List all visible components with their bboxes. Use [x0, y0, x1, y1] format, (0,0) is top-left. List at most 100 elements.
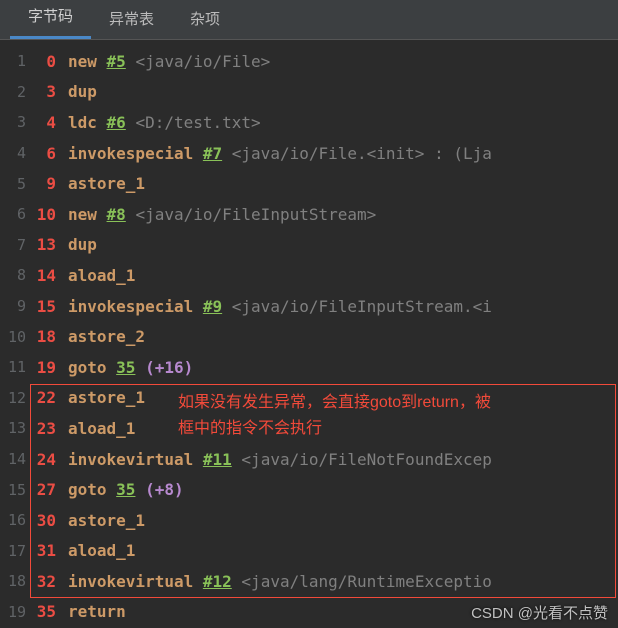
opcode: goto [68, 358, 107, 377]
opcode: astore_2 [68, 327, 145, 346]
bytecode-offset: 9 [30, 174, 58, 193]
bytecode-offset: 6 [30, 144, 58, 163]
code-row: 1119goto 35 (+16) [0, 352, 618, 383]
instruction: astore_1 [58, 388, 145, 407]
opcode: dup [68, 82, 97, 101]
opcode: new [68, 205, 97, 224]
line-number: 10 [0, 328, 30, 346]
bytecode-offset: 18 [30, 327, 58, 346]
bytecode-offset: 24 [30, 450, 58, 469]
instruction: goto 35 (+16) [58, 358, 193, 377]
code-row: 1018 astore_2 [0, 321, 618, 352]
opcode: invokevirtual [68, 572, 193, 591]
constant-ref[interactable]: #11 [203, 450, 232, 469]
code-row: 1222 astore_1 [0, 383, 618, 414]
bytecode-offset: 13 [30, 235, 58, 254]
code-row: 610new #8 <java/io/FileInputStream> [0, 199, 618, 230]
constant-ref[interactable]: 35 [116, 358, 135, 377]
instruction: astore_2 [58, 327, 145, 346]
instruction: astore_1 [58, 511, 145, 530]
code-row: 713dup [0, 230, 618, 261]
bytecode-offset: 30 [30, 511, 58, 530]
bytecode-offset: 0 [30, 52, 58, 71]
instruction: dup [58, 82, 97, 101]
line-number: 2 [0, 83, 30, 101]
constant-ref[interactable]: #9 [203, 297, 222, 316]
line-number: 14 [0, 450, 30, 468]
opcode: new [68, 52, 97, 71]
line-number: 13 [0, 419, 30, 437]
line-number: 4 [0, 144, 30, 162]
tab-bytecode[interactable]: 字节码 [10, 0, 91, 39]
instruction: goto 35 (+8) [58, 480, 184, 499]
opcode: astore_1 [68, 388, 145, 407]
goto-delta: (+8) [145, 480, 184, 499]
code-row: 1731aload_1 [0, 536, 618, 567]
code-row: 46invokespecial #7 <java/io/File.<init> … [0, 138, 618, 169]
instruction: astore_1 [58, 174, 145, 193]
code-row: 814aload_1 [0, 260, 618, 291]
code-row: 23 dup [0, 77, 618, 108]
bytecode-offset: 14 [30, 266, 58, 285]
code-row: 34ldc #6 <D:/test.txt> [0, 107, 618, 138]
instruction: invokespecial #7 <java/io/File.<init> : … [58, 144, 492, 163]
line-number: 5 [0, 175, 30, 193]
tab-bar: 字节码 异常表 杂项 [0, 0, 618, 40]
instruction: aload_1 [58, 541, 135, 560]
opcode: astore_1 [68, 174, 145, 193]
ref-description: <java/io/File> [135, 52, 270, 71]
bytecode-offset: 19 [30, 358, 58, 377]
code-area: 如果没有发生异常，会直接goto到return，被 框中的指令不会执行 CSDN… [0, 40, 618, 628]
line-number: 6 [0, 205, 30, 223]
ref-description: <D:/test.txt> [135, 113, 260, 132]
constant-ref[interactable]: #5 [107, 52, 126, 71]
code-row: 1935return [0, 597, 618, 628]
instruction: ldc #6 <D:/test.txt> [58, 113, 261, 132]
line-number: 11 [0, 358, 30, 376]
code-row: 1424 invokevirtual #11 <java/io/FileNotFo… [0, 444, 618, 475]
instruction: dup [58, 235, 97, 254]
instruction: invokevirtual #12 <java/lang/RuntimeExce… [58, 572, 492, 591]
constant-ref[interactable]: #7 [203, 144, 222, 163]
line-number: 19 [0, 603, 30, 621]
line-number: 16 [0, 511, 30, 529]
ref-description: <java/io/FileNotFoundExcep [241, 450, 491, 469]
bytecode-offset: 15 [30, 297, 58, 316]
ref-description: <java/io/File.<init> : (Lja [232, 144, 492, 163]
opcode: goto [68, 480, 107, 499]
line-number: 8 [0, 266, 30, 284]
bytecode-offset: 32 [30, 572, 58, 591]
opcode: astore_1 [68, 511, 145, 530]
line-number: 17 [0, 542, 30, 560]
tab-misc[interactable]: 杂项 [172, 0, 238, 39]
bytecode-offset: 27 [30, 480, 58, 499]
line-number: 12 [0, 389, 30, 407]
tab-exception-table[interactable]: 异常表 [91, 0, 172, 39]
ref-description: <java/io/FileInputStream> [135, 205, 376, 224]
bytecode-offset: 22 [30, 388, 58, 407]
bytecode-offset: 23 [30, 419, 58, 438]
constant-ref[interactable]: #6 [107, 113, 126, 132]
opcode: invokespecial [68, 297, 193, 316]
bytecode-offset: 10 [30, 205, 58, 224]
constant-ref[interactable]: 35 [116, 480, 135, 499]
bytecode-offset: 3 [30, 82, 58, 101]
goto-delta: (+16) [145, 358, 193, 377]
opcode: invokevirtual [68, 450, 193, 469]
code-row: 1630 astore_1 [0, 505, 618, 536]
instruction: new #8 <java/io/FileInputStream> [58, 205, 376, 224]
code-row: 1527goto 35 (+8) [0, 474, 618, 505]
bytecode-offset: 35 [30, 602, 58, 621]
opcode: aload_1 [68, 541, 135, 560]
line-number: 1 [0, 52, 30, 70]
constant-ref[interactable]: #8 [107, 205, 126, 224]
line-number: 3 [0, 113, 30, 131]
instruction: invokespecial #9 <java/io/FileInputStrea… [58, 297, 492, 316]
opcode: aload_1 [68, 419, 135, 438]
constant-ref[interactable]: #12 [203, 572, 232, 591]
opcode: ldc [68, 113, 97, 132]
instruction: aload_1 [58, 266, 135, 285]
instruction: new #5 <java/io/File> [58, 52, 270, 71]
instruction: return [58, 602, 126, 621]
ref-description: <java/io/FileInputStream.<i [232, 297, 492, 316]
